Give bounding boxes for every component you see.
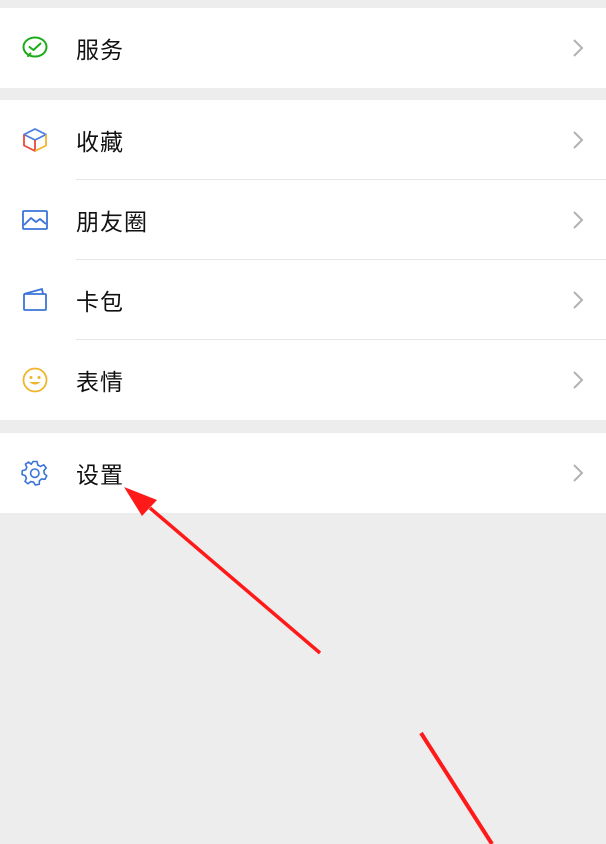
smiley-icon <box>21 366 49 394</box>
menu-item-label: 表情 <box>76 370 124 396</box>
chevron-right-icon <box>573 464 584 482</box>
chevron-right-icon <box>573 131 584 149</box>
favorites-cube-icon <box>21 126 49 154</box>
menu-item-label: 收藏 <box>76 130 124 156</box>
settings-gear-icon <box>21 459 49 487</box>
service-section: 服务 <box>0 8 606 88</box>
menu-item-card-wallet[interactable]: 卡包 <box>0 260 606 340</box>
menu-item-moments[interactable]: 朋友圈 <box>0 180 606 260</box>
chevron-right-icon <box>573 291 584 309</box>
moments-picture-icon <box>21 206 49 234</box>
content-section: 收藏 朋友圈 卡包 表情 <box>0 100 606 420</box>
menu-item-settings[interactable]: 设置 <box>0 433 606 513</box>
annotation-arrow <box>419 731 494 844</box>
menu-item-service[interactable]: 服务 <box>0 8 606 88</box>
menu-item-label: 卡包 <box>76 290 124 316</box>
menu-item-label: 服务 <box>76 38 124 64</box>
chevron-right-icon <box>573 211 584 229</box>
chevron-right-icon <box>573 371 584 389</box>
card-wallet-icon <box>21 286 49 314</box>
menu-item-label: 朋友圈 <box>76 210 148 236</box>
wechat-pay-icon <box>21 34 49 62</box>
menu-item-favorites[interactable]: 收藏 <box>0 100 606 180</box>
menu-item-label: 设置 <box>76 463 124 489</box>
chevron-right-icon <box>573 39 584 57</box>
menu-item-stickers[interactable]: 表情 <box>0 340 606 420</box>
settings-section: 设置 <box>0 433 606 513</box>
